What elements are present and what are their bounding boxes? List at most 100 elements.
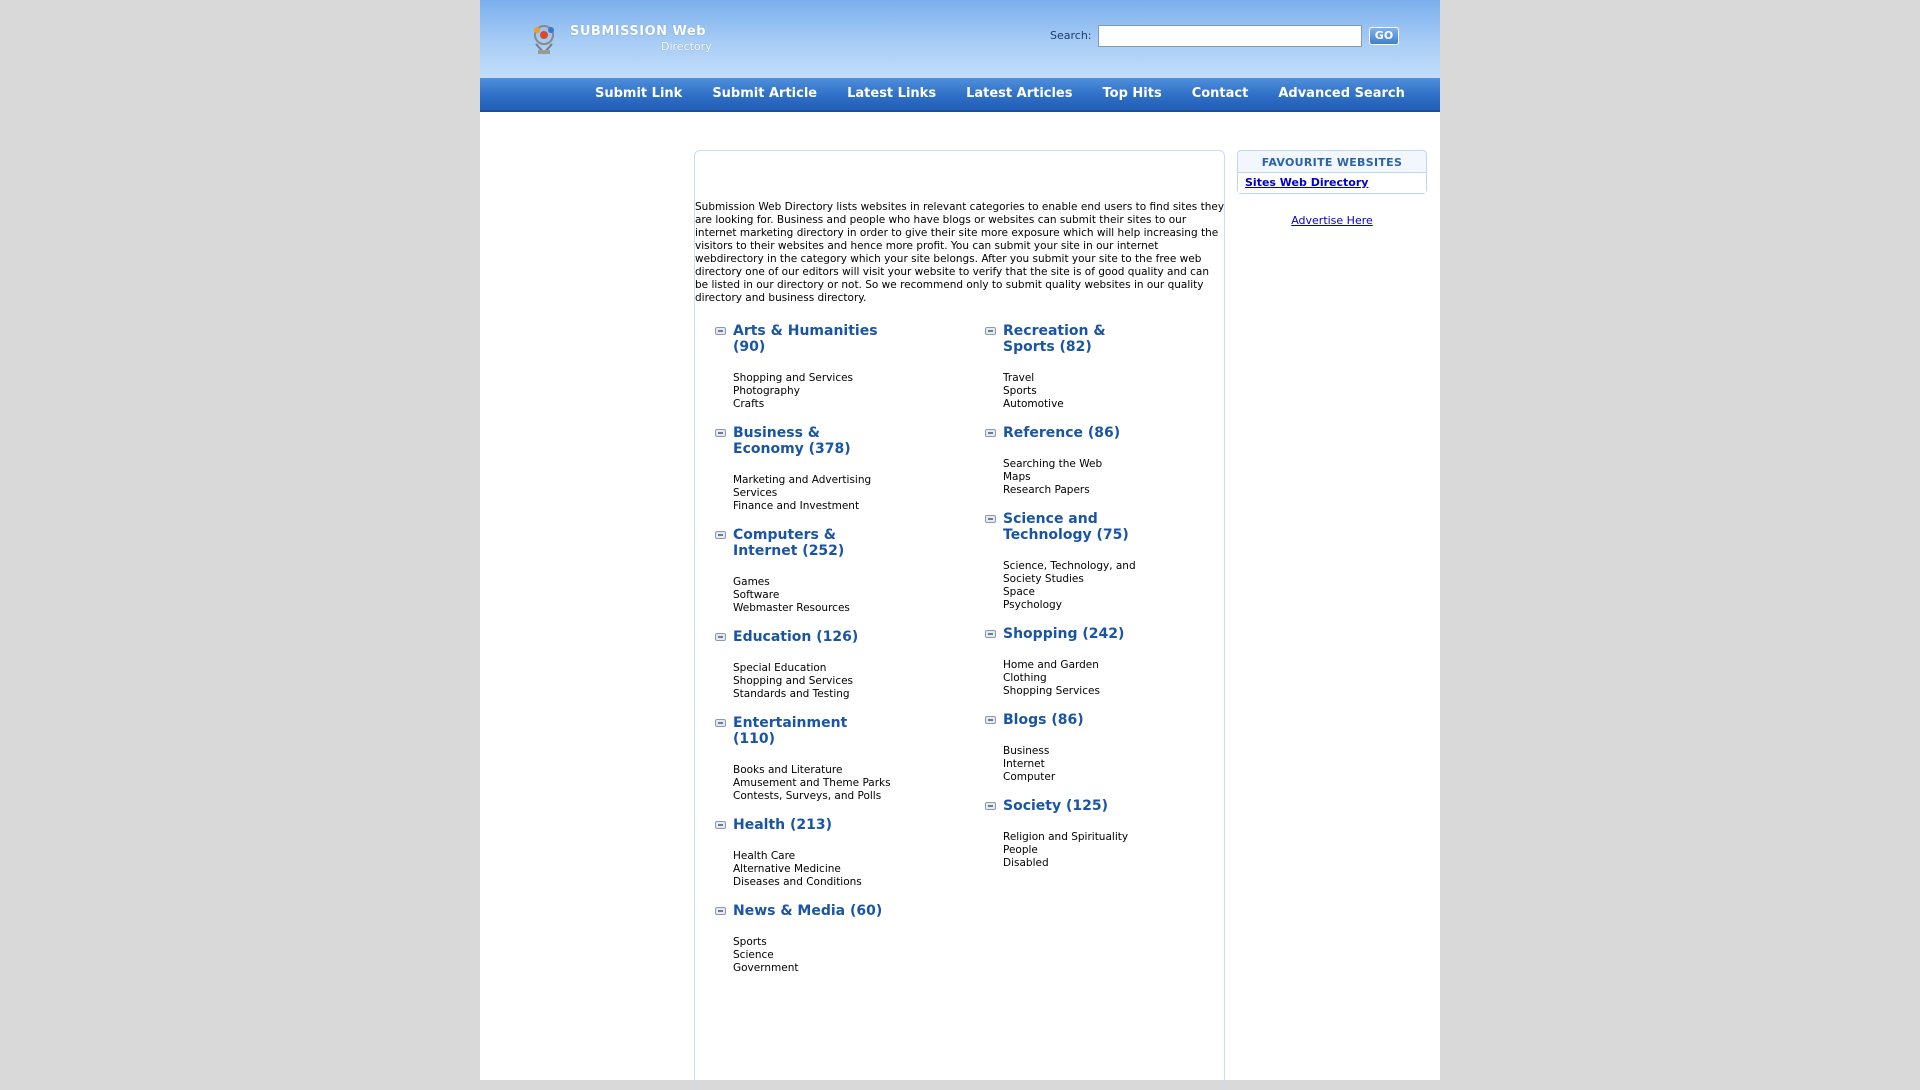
category-block: News & Media (60) Sports Science Government	[715, 903, 975, 975]
search-label: Search:	[1050, 29, 1092, 42]
subcategory-link[interactable]: Finance and Investment	[733, 500, 893, 513]
subcategory-list: Home and Garden Clothing Shopping Services	[1003, 659, 1163, 698]
category-collapse-icon[interactable]	[715, 531, 726, 539]
category-collapse-icon[interactable]	[985, 515, 996, 523]
subcategory-link[interactable]: Alternative Medicine	[733, 863, 893, 876]
category-title-link[interactable]: Science and Technology (75)	[1003, 511, 1153, 543]
nav-item-latest-articles[interactable]: Latest Articles	[951, 78, 1087, 110]
subcategory-link[interactable]: Amusement and Theme Parks	[733, 777, 893, 790]
intro-text: Submission Web Directory lists websites …	[695, 201, 1225, 304]
category-collapse-icon[interactable]	[985, 630, 996, 638]
category-collapse-icon[interactable]	[715, 429, 726, 437]
category-title-link[interactable]: Computers & Internet (252)	[733, 527, 883, 559]
subcategory-list: Books and Literature Amusement and Theme …	[733, 764, 893, 803]
category-collapse-icon[interactable]	[985, 716, 996, 724]
subcategory-link[interactable]: Marketing and Advertising Services	[733, 474, 893, 500]
subcategory-link[interactable]: People	[1003, 844, 1163, 857]
subcategory-link[interactable]: Sports	[733, 936, 893, 949]
subcategory-link[interactable]: Searching the Web	[1003, 458, 1163, 471]
favourite-website-link[interactable]: Sites Web Directory	[1245, 176, 1368, 189]
subcategory-link[interactable]: Shopping and Services	[733, 372, 893, 385]
category-title-link[interactable]: Blogs (86)	[1003, 712, 1153, 728]
subcategory-link[interactable]: Psychology	[1003, 599, 1163, 612]
category-block: Business & Economy (378) Marketing and Ad…	[715, 425, 975, 513]
category-collapse-icon[interactable]	[715, 821, 726, 829]
subcategory-list: Science, Technology, and Society Studies…	[1003, 560, 1163, 612]
nav-item-top-hits[interactable]: Top Hits	[1088, 78, 1177, 110]
subcategory-link[interactable]: Books and Literature	[733, 764, 893, 777]
subcategory-list: Games Software Webmaster Resources	[733, 576, 893, 615]
subcategory-link[interactable]: Photography	[733, 385, 893, 398]
category-title-link[interactable]: News & Media (60)	[733, 903, 883, 919]
main-nav: Submit Link Submit Article Latest Links Lat…	[480, 78, 1440, 112]
nav-item-submit-article[interactable]: Submit Article	[697, 78, 832, 110]
category-collapse-icon[interactable]	[715, 327, 726, 335]
category-title-link[interactable]: Society (125)	[1003, 798, 1153, 814]
subcategory-link[interactable]: Diseases and Conditions	[733, 876, 893, 889]
subcategory-link[interactable]: Automotive	[1003, 398, 1163, 411]
subcategory-link[interactable]: Research Papers	[1003, 484, 1163, 497]
subcategory-link[interactable]: Clothing	[1003, 672, 1163, 685]
category-collapse-icon[interactable]	[985, 327, 996, 335]
category-block: Science and Technology (75) Science, Tech…	[985, 511, 1245, 612]
subcategory-list: Health Care Alternative Medicine Diseases …	[733, 850, 893, 889]
subcategory-list: Marketing and Advertising Services Financ…	[733, 474, 893, 513]
page: SUBMISSION Web Directory Search: GO Subm…	[480, 0, 1440, 1090]
category-title-link[interactable]: Recreation & Sports (82)	[1003, 323, 1153, 355]
site-logo[interactable]: SUBMISSION Web Directory	[528, 22, 728, 58]
subcategory-link[interactable]: Travel	[1003, 372, 1163, 385]
subcategory-link[interactable]: Sports	[1003, 385, 1163, 398]
subcategory-link[interactable]: Government	[733, 962, 893, 975]
subcategory-link[interactable]: Health Care	[733, 850, 893, 863]
subcategory-link[interactable]: Religion and Spirituality	[1003, 831, 1163, 844]
subcategory-link[interactable]: Maps	[1003, 471, 1163, 484]
subcategory-link[interactable]: Disabled	[1003, 857, 1163, 870]
category-collapse-icon[interactable]	[715, 719, 726, 727]
subcategory-link[interactable]: Webmaster Resources	[733, 602, 893, 615]
category-collapse-icon[interactable]	[985, 802, 996, 810]
nav-item-submit-link[interactable]: Submit Link	[580, 78, 697, 110]
category-column-left: Arts & Humanities (90) Shopping and Servi…	[715, 323, 975, 975]
category-title-link[interactable]: Reference (86)	[1003, 425, 1153, 441]
subcategory-link[interactable]: Science	[733, 949, 893, 962]
category-title-link[interactable]: Arts & Humanities (90)	[733, 323, 883, 355]
subcategory-link[interactable]: Home and Garden	[1003, 659, 1163, 672]
category-title-link[interactable]: Entertainment (110)	[733, 715, 883, 747]
advertise-link[interactable]: Advertise Here	[1237, 214, 1427, 227]
subcategory-link[interactable]: Games	[733, 576, 893, 589]
category-block: Blogs (86) Business Internet Computer	[985, 712, 1245, 784]
subcategory-link[interactable]: Special Education	[733, 662, 893, 675]
category-block: Arts & Humanities (90) Shopping and Servi…	[715, 323, 975, 411]
favourite-websites-box: FAVOURITE WEBSITES Sites Web Directory	[1237, 150, 1427, 194]
subcategory-link[interactable]: Space	[1003, 586, 1163, 599]
subcategory-link[interactable]: Software	[733, 589, 893, 602]
category-title-link[interactable]: Health (213)	[733, 817, 883, 833]
nav-list: Submit Link Submit Article Latest Links Lat…	[580, 78, 1420, 110]
search-input[interactable]	[1098, 25, 1362, 47]
nav-item-contact[interactable]: Contact	[1177, 78, 1264, 110]
subcategory-link[interactable]: Standards and Testing	[733, 688, 893, 701]
subcategory-link[interactable]: Science, Technology, and Society Studies	[1003, 560, 1163, 586]
subcategory-link[interactable]: Internet	[1003, 758, 1163, 771]
category-title-link[interactable]: Shopping (242)	[1003, 626, 1153, 642]
subcategory-link[interactable]: Shopping Services	[1003, 685, 1163, 698]
category-block: Health (213) Health Care Alternative Medic…	[715, 817, 975, 889]
category-block: Entertainment (110) Books and Literature A…	[715, 715, 975, 803]
category-collapse-icon[interactable]	[985, 429, 996, 437]
subcategory-link[interactable]: Shopping and Services	[733, 675, 893, 688]
main-content: Submission Web Directory lists websites …	[694, 150, 1225, 1090]
nav-item-latest-links[interactable]: Latest Links	[832, 78, 951, 110]
category-title-link[interactable]: Business & Economy (378)	[733, 425, 883, 457]
category-collapse-icon[interactable]	[715, 633, 726, 641]
subcategory-list: Religion and Spirituality People Disabled	[1003, 831, 1163, 870]
subcategory-link[interactable]: Computer	[1003, 771, 1163, 784]
subcategory-link[interactable]: Crafts	[733, 398, 893, 411]
subcategory-link[interactable]: Contests, Surveys, and Polls	[733, 790, 893, 803]
nav-item-advanced-search[interactable]: Advanced Search	[1263, 78, 1420, 110]
search-go-button[interactable]: GO	[1369, 27, 1399, 45]
subcategory-link[interactable]: Business	[1003, 745, 1163, 758]
category-collapse-icon[interactable]	[715, 907, 726, 915]
header: SUBMISSION Web Directory Search: GO	[480, 0, 1440, 78]
subcategory-list: Searching the Web Maps Research Papers	[1003, 458, 1163, 497]
category-title-link[interactable]: Education (126)	[733, 629, 883, 645]
